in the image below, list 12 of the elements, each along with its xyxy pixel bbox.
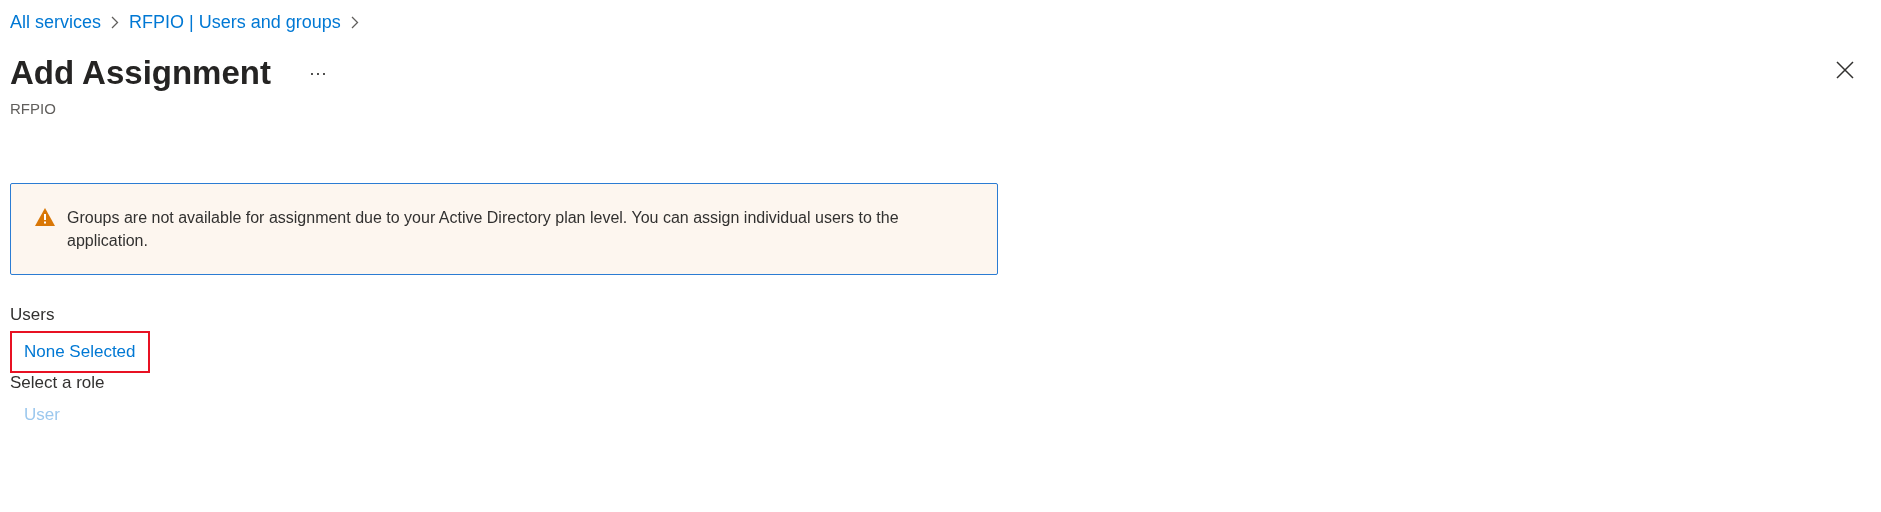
breadcrumb-link[interactable]: All services: [10, 11, 102, 33]
more-button[interactable]: ···: [304, 62, 331, 84]
page-subtitle: RFPIO: [10, 100, 57, 117]
page-title: Add Assignment: [10, 54, 271, 92]
warning-icon: [35, 208, 55, 226]
chevron-right-icon: [111, 15, 120, 29]
users-label: Users: [10, 305, 56, 325]
users-link[interactable]: None Selected: [10, 331, 150, 373]
role-label: Select a role: [10, 373, 106, 393]
chevron-right-icon: [350, 15, 359, 29]
breadcrumb-link[interactable]: RFPIO | Users and groups: [129, 11, 341, 33]
banner-text: Groups are not available for assignment due to your Active Directory plan level. You can assign individual users to the application.: [67, 208, 900, 251]
